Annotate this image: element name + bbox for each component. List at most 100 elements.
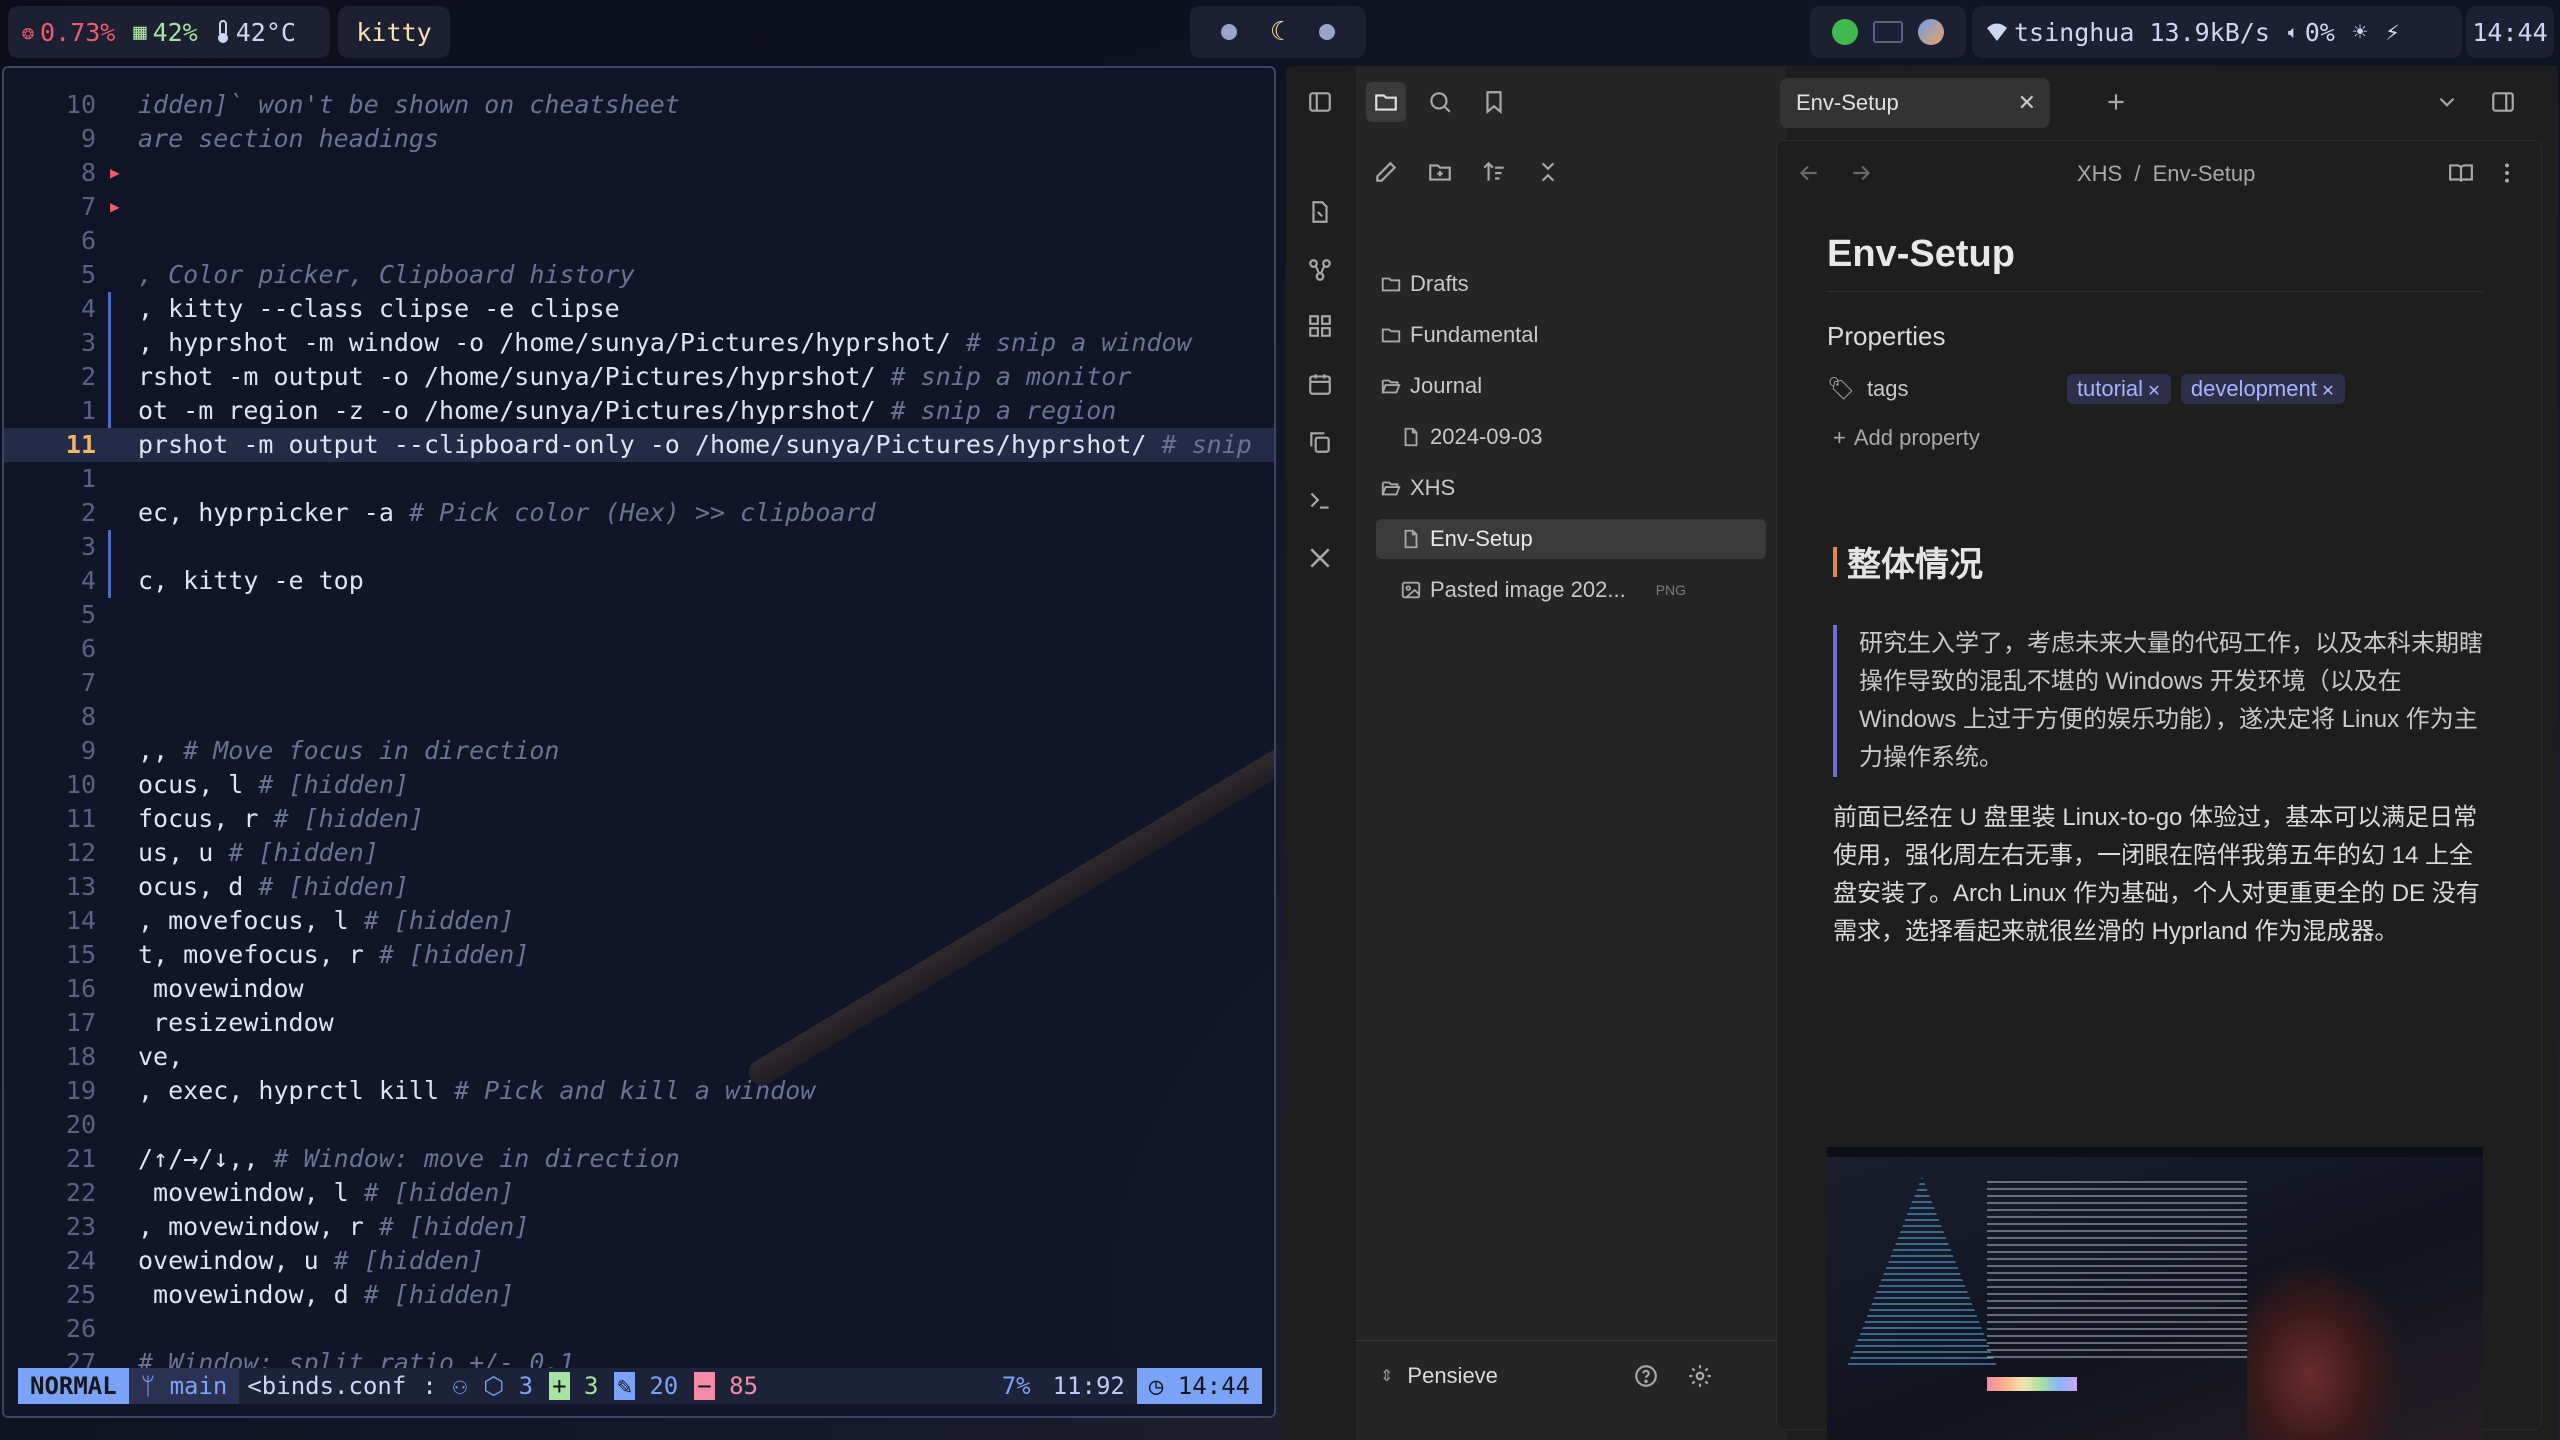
workspace-1-icon[interactable] <box>1220 24 1237 40</box>
help-icon[interactable] <box>1626 1356 1666 1396</box>
new-folder-icon[interactable] <box>1420 152 1460 192</box>
code-line[interactable]: 2 rshot -m output -o /home/sunya/Pictures… <box>4 360 1274 394</box>
code-line[interactable]: 17 resizewindow <box>4 1006 1274 1040</box>
tags-value[interactable]: tutorial ✕ development ✕ <box>2066 374 2355 404</box>
tag-pill[interactable]: tutorial ✕ <box>2066 374 2171 404</box>
code-line[interactable]: 8 <box>4 700 1274 734</box>
code-line[interactable]: 9,, # Move focus in direction <box>4 734 1274 768</box>
code-line[interactable]: 16 movewindow <box>4 972 1274 1006</box>
code-line[interactable]: 15 t, movefocus, r # [hidden] <box>4 938 1274 972</box>
workspaces[interactable]: ☾ <box>1190 6 1366 58</box>
workspace-active-moon-icon[interactable]: ☾ <box>1270 17 1286 47</box>
code-line[interactable]: 20 <box>4 1108 1274 1142</box>
code-line[interactable]: 7 ▶ <box>4 190 1274 224</box>
breadcrumb-file[interactable]: Env-Setup <box>2153 161 2256 186</box>
properties-heading[interactable]: Properties <box>1827 321 1946 352</box>
code-line[interactable]: 4 , kitty --class clipse -e clipse <box>4 292 1274 326</box>
search-icon[interactable] <box>1420 82 1460 122</box>
vault-switcher[interactable]: ⇕ Pensieve <box>1380 1356 1498 1396</box>
collapse-all-icon[interactable] <box>1528 152 1568 192</box>
tree-item-file[interactable]: Env-Setup <box>1376 519 1766 559</box>
bookmark-icon[interactable] <box>1474 82 1514 122</box>
nav-back-arrow-icon[interactable] <box>1789 153 1829 193</box>
code-line-current[interactable]: 11 prshot -m output --clipboard-only -o /… <box>4 428 1274 462</box>
code-line[interactable]: 11 focus, r # [hidden] <box>4 802 1274 836</box>
code-line[interactable]: 7 <box>4 666 1274 700</box>
code-line[interactable]: 14 , movefocus, l # [hidden] <box>4 904 1274 938</box>
new-note-edit-icon[interactable] <box>1366 152 1406 192</box>
tree-item-file[interactable]: 2024-09-03 <box>1376 417 1766 457</box>
tray-app-icon[interactable] <box>1918 19 1945 45</box>
code-line[interactable]: 26 <box>4 1312 1274 1346</box>
remove-tag-icon[interactable]: ✕ <box>2143 383 2160 400</box>
code-line[interactable]: 2 ec, hyprpicker -a # Pick color (Hex) >>… <box>4 496 1274 530</box>
code-line[interactable]: 10 idden]` won't be shown on cheatsheet <box>4 88 1274 122</box>
code-line[interactable]: 3 <box>4 530 1274 564</box>
code-line[interactable]: 5 , Color picker, Clipboard history <box>4 258 1274 292</box>
code-line[interactable]: 9 are section headings <box>4 122 1274 156</box>
code-line[interactable]: 25 movewindow, d # [hidden] <box>4 1278 1274 1312</box>
code-line[interactable]: 4 c, kitty -e top <box>4 564 1274 598</box>
remove-tag-icon[interactable]: ✕ <box>2317 383 2334 400</box>
brightness-icon[interactable]: ☀ <box>2353 18 2367 46</box>
tree-item-folder[interactable]: Fundamental <box>1368 315 1768 355</box>
line-number: 15 <box>65 940 96 969</box>
add-property-button[interactable]: + Add property <box>1833 425 1980 451</box>
canvas-icon[interactable] <box>1300 306 1340 346</box>
code-line[interactable]: 5 <box>4 598 1274 632</box>
graph-icon[interactable] <box>1300 250 1340 290</box>
copy-icon[interactable] <box>1300 422 1340 462</box>
code-line[interactable]: 24 ovewindow, u # [hidden] <box>4 1244 1274 1278</box>
code-buffer[interactable]: 10 idden]` won't be shown on cheatsheet 9 a… <box>4 88 1274 1380</box>
reading-view-book-icon[interactable] <box>2441 153 2481 193</box>
more-options-icon[interactable] <box>2487 153 2527 193</box>
tree-item-folder[interactable]: XHS <box>1368 468 1768 508</box>
new-note-icon[interactable] <box>1300 192 1340 232</box>
code-line[interactable]: 21 /↑/→/↓,, # Window: move in direction <box>4 1142 1274 1176</box>
obsidian-window[interactable]: Drafts Fundamental Journal 2024-09-03 XHS Env… <box>1286 66 2558 1440</box>
workspace-3-icon[interactable] <box>1319 24 1336 40</box>
code-comment: # Pick color (Hex) >> clipboard <box>408 498 876 527</box>
network-status[interactable]: tsinghua 13.9kB/s <box>1986 18 2270 47</box>
terminal-icon[interactable] <box>1300 480 1340 520</box>
tree-item-file[interactable]: Pasted image 202... PNG <box>1376 570 1766 610</box>
tag-pill[interactable]: development ✕ <box>2180 374 2345 404</box>
breadcrumb-folder[interactable]: XHS <box>2077 161 2122 186</box>
tray-shield-icon[interactable] <box>1831 19 1858 45</box>
terminal-window[interactable]: 10 idden]` won't be shown on cheatsheet 9 a… <box>2 66 1276 1418</box>
code-line[interactable]: 6 <box>4 224 1274 258</box>
sort-icon[interactable] <box>1474 152 1514 192</box>
code-line[interactable]: 19 , exec, hyprctl kill # Pick and kill a… <box>4 1074 1274 1108</box>
tools-icon[interactable] <box>1300 538 1340 578</box>
tree-item-folder[interactable]: Journal <box>1368 366 1768 406</box>
code-line[interactable]: 6 <box>4 632 1274 666</box>
temperature: 42°C <box>216 18 296 47</box>
close-tab-icon[interactable]: ✕ <box>2018 90 2036 116</box>
code-line[interactable]: 1 ot -m region -z -o /home/sunya/Pictures… <box>4 394 1274 428</box>
code-line[interactable]: 23 , movewindow, r # [hidden] <box>4 1210 1274 1244</box>
code-text: focus, r <box>138 804 274 833</box>
embedded-screenshot-image[interactable] <box>1827 1147 2483 1440</box>
right-sidebar-toggle-icon[interactable] <box>2483 82 2523 122</box>
code-line[interactable]: 3 , hyprshot -m window -o /home/sunya/Pic… <box>4 326 1274 360</box>
code-line[interactable]: 8 ▶ <box>4 156 1274 190</box>
section-heading[interactable]: 整体情况 <box>1833 537 1983 586</box>
code-line[interactable]: 1 <box>4 462 1274 496</box>
volume-status[interactable]: 🔈︎ 0% <box>2288 18 2335 47</box>
tree-item-folder[interactable]: Drafts <box>1368 264 1768 304</box>
sidebar-toggle-icon[interactable] <box>1300 82 1340 122</box>
calendar-icon[interactable] <box>1300 364 1340 404</box>
files-tab-folder-icon[interactable] <box>1366 82 1406 122</box>
new-tab-plus-icon[interactable] <box>2096 82 2136 122</box>
tab-env-setup[interactable]: Env-Setup ✕ <box>1780 78 2050 128</box>
code-line[interactable]: 22 movewindow, l # [hidden] <box>4 1176 1274 1210</box>
tab-list-chevron-down-icon[interactable] <box>2427 82 2467 122</box>
code-line[interactable]: 10 ocus, l # [hidden] <box>4 768 1274 802</box>
settings-gear-icon[interactable] <box>1680 1356 1720 1396</box>
note-title[interactable]: Env-Setup <box>1827 233 2015 276</box>
code-line[interactable]: 18 ve, <box>4 1040 1274 1074</box>
body-paragraph[interactable]: 前面已经在 U 盘里装 Linux-to-go 体验过，基本可以满足日常使用，强… <box>1833 799 2483 951</box>
tray-keyboard-icon[interactable] <box>1872 21 1903 43</box>
nav-forward-arrow-icon[interactable] <box>1841 153 1881 193</box>
blockquote[interactable]: 研究生入学了，考虑未来大量的代码工作，以及本科末期瞎操作导致的混乱不堪的 Win… <box>1833 625 2483 777</box>
